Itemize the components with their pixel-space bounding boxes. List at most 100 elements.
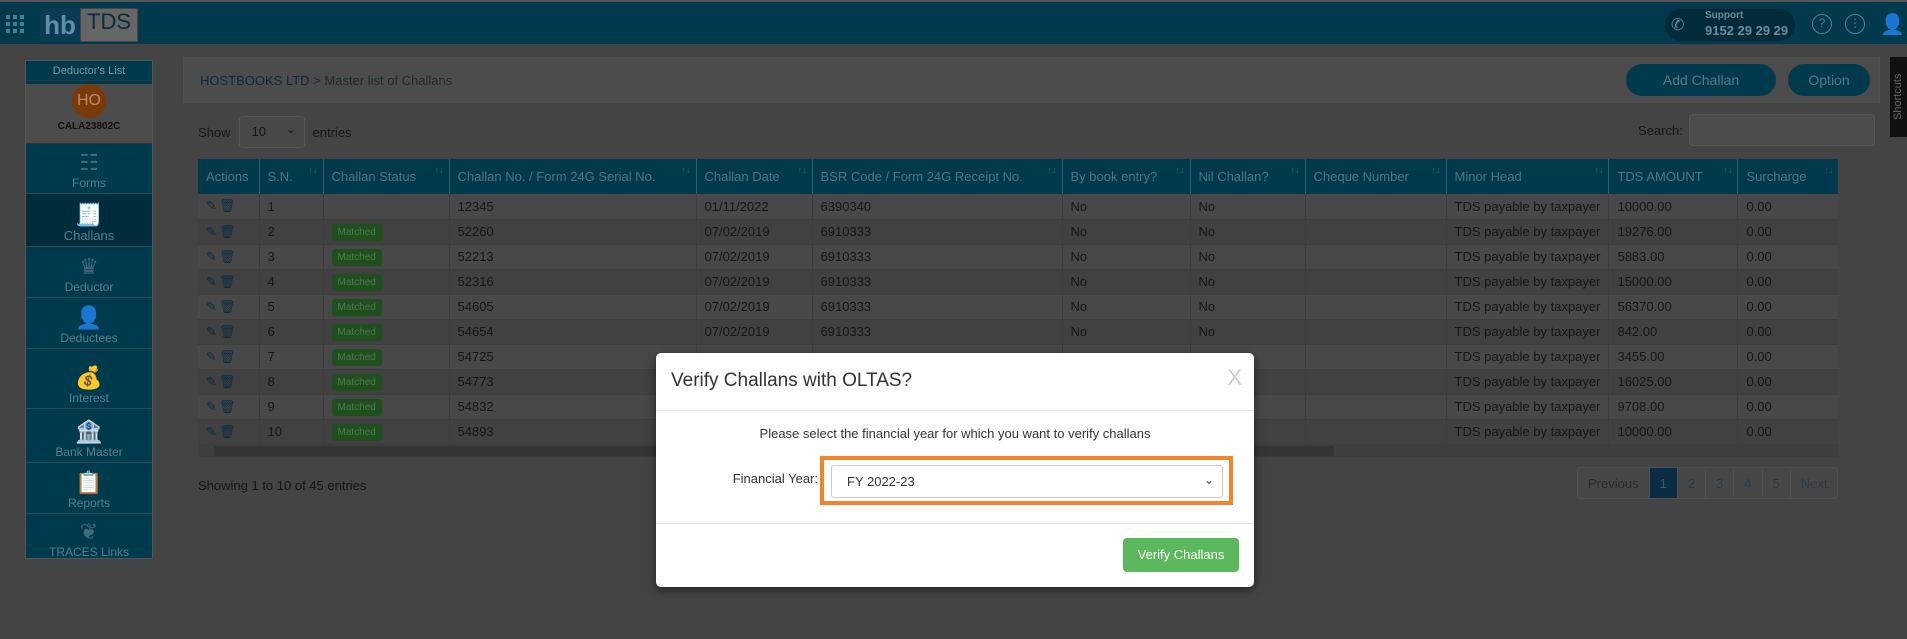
edit-icon[interactable]: ✎ <box>206 198 219 213</box>
sort-icon[interactable]: ↑↓ <box>435 165 444 175</box>
edit-icon[interactable]: ✎ <box>206 224 219 239</box>
column-header[interactable]: Nil Challan? ↑↓ <box>1190 159 1306 194</box>
page-3-button[interactable]: 3 <box>1706 468 1735 498</box>
table-cell: 9708.00 <box>1608 394 1739 420</box>
table-row: ✎🗑 3 Matched 52213 07/02/2019 6910333 No No TDS … <box>198 244 1838 270</box>
table-cell <box>1305 244 1447 270</box>
previous-button[interactable]: Previous <box>1578 468 1650 498</box>
table-cell: No <box>1062 244 1191 270</box>
close-button[interactable]: X <box>1227 365 1242 391</box>
column-header[interactable]: Surcharge ↑↓ <box>1737 159 1838 194</box>
entries-select[interactable]: 10 ⌄ <box>238 116 305 148</box>
edit-icon[interactable]: ✎ <box>206 399 219 414</box>
status-badge: Matched <box>331 323 382 341</box>
sidebar-item-forms[interactable]: ☷ Forms <box>26 144 152 194</box>
table-cell: No <box>1062 219 1191 245</box>
support-phone[interactable]: ✆ Support 9152 29 29 29 <box>1665 9 1795 41</box>
sort-icon[interactable]: ↑↓ <box>798 165 807 175</box>
edit-icon[interactable]: ✎ <box>206 324 219 339</box>
sidebar-item-interest[interactable]: 💰 Interest <box>26 349 152 409</box>
page-2-button[interactable]: 2 <box>1678 468 1707 498</box>
page-5-button[interactable]: 5 <box>1763 468 1791 498</box>
sidebar-item-traces-links[interactable]: ❦ TRACES Links <box>26 514 152 563</box>
table-cell: TDS payable by taxpayer <box>1446 394 1610 420</box>
column-header[interactable]: Actions <box>198 159 260 194</box>
column-header[interactable]: By book entry? ↑↓ <box>1062 159 1191 194</box>
table-row: ✎🗑 2 Matched 52260 07/02/2019 6910333 No No TDS … <box>198 219 1838 245</box>
table-cell: No <box>1190 194 1306 220</box>
help-icon[interactable]: ? <box>1812 14 1832 34</box>
sidebar-item-deductor[interactable]: ♛ Deductor <box>26 247 152 298</box>
edit-icon[interactable]: ✎ <box>206 299 219 314</box>
delete-icon[interactable]: 🗑 <box>219 324 238 339</box>
page-1-button[interactable]: 1 <box>1649 468 1678 498</box>
sort-icon[interactable]: ↑↓ <box>682 165 691 175</box>
column-header[interactable]: Challan Status ↑↓ <box>323 159 450 194</box>
breadcrumb-company[interactable]: HOSTBOOKS LTD <box>200 73 310 88</box>
search-input[interactable] <box>1688 114 1875 146</box>
delete-icon[interactable]: 🗑 <box>219 224 238 239</box>
next-button[interactable]: Next <box>1791 468 1838 498</box>
table-cell: 6390340 <box>812 194 1063 220</box>
column-header[interactable]: TDS AMOUNT ↑↓ <box>1608 159 1739 194</box>
delete-icon[interactable]: 🗑 <box>219 374 238 389</box>
table-cell: No <box>1062 269 1191 295</box>
table-cell: 0.00 <box>1737 344 1838 370</box>
table-cell: 4 <box>259 269 324 295</box>
table-cell: 10 <box>259 419 324 445</box>
deductors-list-link[interactable]: Deductor's List <box>26 61 152 81</box>
table-cell: 16025.00 <box>1608 369 1739 395</box>
column-header[interactable]: Challan Date ↑↓ <box>696 159 813 194</box>
page-4-button[interactable]: 4 <box>1734 468 1763 498</box>
table-cell: 6 <box>259 319 324 345</box>
column-label: Actions <box>206 169 249 184</box>
verify-challans-button[interactable]: Verify Challans <box>1123 538 1239 572</box>
highlight-box: FY 2022-23 ⌄ <box>820 456 1233 505</box>
delete-icon[interactable]: 🗑 <box>219 299 238 314</box>
sidebar-item-bank-master[interactable]: 🏦 Bank Master <box>26 409 152 463</box>
edit-icon[interactable]: ✎ <box>206 424 219 439</box>
sort-icon[interactable]: ↑↓ <box>309 165 318 175</box>
table-cell: TDS payable by taxpayer <box>1446 369 1610 395</box>
deductor-profile[interactable]: HO CALA23802C <box>26 84 152 144</box>
column-header[interactable]: S.N. ↑↓ <box>259 159 324 194</box>
edit-icon[interactable]: ✎ <box>206 274 219 289</box>
column-header[interactable]: Challan No. / Form 24G Serial No. ↑↓ <box>449 159 697 194</box>
sort-icon[interactable]: ↑↓ <box>1048 165 1057 175</box>
hostbooks-tds-logo[interactable]: hb TDS <box>40 8 138 42</box>
edit-icon[interactable]: ✎ <box>206 349 219 364</box>
delete-icon[interactable]: 🗑 <box>219 198 238 213</box>
user-icon[interactable]: 👤 <box>1880 12 1905 37</box>
sidebar-item-challans[interactable]: 🧾 Challans <box>26 194 152 247</box>
sort-icon[interactable]: ↑↓ <box>1291 165 1300 175</box>
table-cell <box>323 194 450 220</box>
actions-cell: ✎🗑 <box>198 394 260 420</box>
column-header[interactable]: Minor Head ↑↓ <box>1446 159 1610 194</box>
column-header[interactable]: Cheque Number ↑↓ <box>1305 159 1447 194</box>
edit-icon[interactable]: ✎ <box>206 374 219 389</box>
sidebar-item-deductees[interactable]: 👤 Deductees <box>26 298 152 349</box>
edit-icon[interactable]: ✎ <box>206 249 219 264</box>
sort-icon[interactable]: ↑↓ <box>1176 165 1185 175</box>
delete-icon[interactable]: 🗑 <box>219 424 238 439</box>
option-button[interactable]: Option <box>1788 64 1870 96</box>
sort-icon[interactable]: ↑↓ <box>1432 165 1441 175</box>
delete-icon[interactable]: 🗑 <box>219 399 238 414</box>
delete-icon[interactable]: 🗑 <box>219 349 238 364</box>
add-challan-button[interactable]: Add Challan <box>1626 64 1776 96</box>
sidebar-item-reports[interactable]: 📋 Reports <box>26 463 152 514</box>
sort-icon[interactable]: ↑↓ <box>1594 165 1603 175</box>
actions-cell: ✎🗑 <box>198 369 260 395</box>
app-grid-icon[interactable] <box>6 15 24 33</box>
column-header[interactable]: BSR Code / Form 24G Receipt No. ↑↓ <box>812 159 1063 194</box>
sort-icon[interactable]: ↑↓ <box>1723 165 1732 175</box>
shortcuts-tab[interactable]: Shortcuts <box>1890 57 1907 137</box>
delete-icon[interactable]: 🗑 <box>219 249 238 264</box>
sort-icon[interactable]: ↑↓ <box>1824 165 1833 175</box>
financial-year-select[interactable]: FY 2022-23 ⌄ <box>831 465 1223 498</box>
challans-icon: 🧾 <box>75 202 103 227</box>
chevron-down-icon: ⌄ <box>286 124 296 136</box>
info-icon[interactable]: ⋮ <box>1845 14 1865 34</box>
table-cell: TDS payable by taxpayer <box>1446 194 1610 220</box>
delete-icon[interactable]: 🗑 <box>219 274 238 289</box>
